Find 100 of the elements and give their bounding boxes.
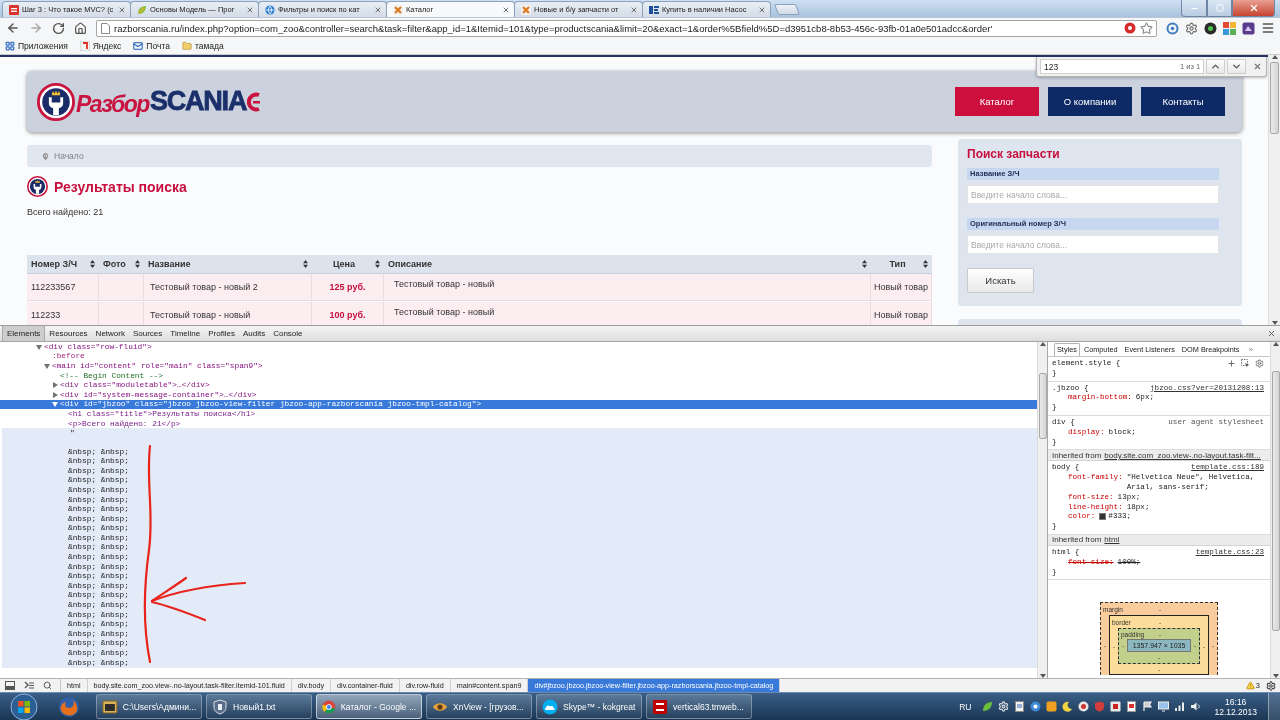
language-indicator[interactable]: RU	[959, 701, 972, 712]
search-button[interactable]: Искать	[967, 268, 1034, 293]
back-icon[interactable]	[6, 21, 20, 35]
close-icon[interactable]	[630, 5, 638, 14]
ring-icon[interactable]	[1166, 21, 1179, 35]
square-icon[interactable]	[1046, 701, 1058, 712]
triangle-right-icon[interactable]	[52, 382, 58, 389]
previous-match-button[interactable]	[1206, 59, 1226, 74]
taskbar-button[interactable]: C:\Users\Админи...	[96, 694, 202, 719]
sort-icon[interactable]	[862, 260, 867, 268]
close-icon[interactable]	[374, 5, 382, 14]
triangle-up-icon[interactable]	[1271, 55, 1278, 59]
star-icon[interactable]	[1140, 21, 1153, 35]
clock[interactable]: 16:16 12.12.2013	[1214, 696, 1257, 717]
sort-icon[interactable]	[90, 260, 95, 268]
column-header[interactable]: Цена	[312, 255, 384, 273]
close-icon[interactable]	[1253, 62, 1262, 71]
taskbar-button[interactable]: Каталог - Google ...	[316, 694, 422, 719]
settings-icon[interactable]	[1266, 680, 1276, 691]
nav-button[interactable]: Контакты	[1141, 87, 1225, 116]
document-icon[interactable]	[1126, 701, 1138, 712]
plus-icon[interactable]	[1227, 359, 1236, 369]
circle-icon[interactable]	[1030, 701, 1042, 712]
devtools-tab[interactable]: Resources	[45, 326, 92, 341]
globe-icon[interactable]	[58, 695, 80, 718]
devtools-tab[interactable]: Profiles	[204, 326, 239, 341]
circle-icon[interactable]	[1078, 701, 1090, 712]
address-field[interactable]: razborscania.ru/index.php?option=com_zoo&controller=search&task=filter&app_id=1&Itemid=101&type=productscania&limit=20&exact=1&order%5Bfield%5D=d3951cb8-8b53-456c-93fb-01a0e501adcc&order'	[96, 19, 1157, 37]
text-field[interactable]: Введите начало слова...	[967, 185, 1219, 204]
taskbar-button[interactable]: vertical63.tmweb...	[646, 694, 752, 719]
taskbar-button[interactable]: Новый1.txt	[206, 694, 312, 719]
close-icon[interactable]	[1267, 329, 1276, 338]
triangle-up-icon[interactable]	[1272, 342, 1279, 346]
taskbar-button[interactable]: XnView - [грузов...	[426, 694, 532, 719]
triangle-right-icon[interactable]	[52, 391, 58, 398]
leaf-icon[interactable]	[982, 701, 994, 712]
monitor-icon[interactable]	[1158, 701, 1170, 712]
column-header[interactable]: Тип	[871, 255, 932, 273]
element-link[interactable]: html	[1104, 535, 1120, 545]
column-header[interactable]: Фото	[99, 255, 144, 273]
devtools-tab[interactable]: Console	[269, 326, 307, 341]
dock-icon[interactable]	[5, 681, 15, 690]
scrollbar-thumb[interactable]	[1038, 373, 1047, 439]
devtools-tab[interactable]: Network	[91, 326, 129, 341]
speaker-icon[interactable]	[1190, 701, 1202, 712]
target-icon[interactable]	[1124, 22, 1136, 34]
triangle-down-icon[interactable]	[1271, 321, 1278, 325]
console-icon[interactable]	[24, 681, 34, 690]
triangle-down-icon[interactable]	[36, 343, 42, 350]
cloud-icon	[542, 698, 558, 715]
bookmark-item[interactable]: тамада	[181, 41, 224, 51]
four-squares-icon[interactable]	[1223, 21, 1236, 35]
sort-icon[interactable]	[303, 260, 308, 268]
orb-icon[interactable]	[10, 692, 38, 720]
nav-button[interactable]: О компании	[1048, 87, 1132, 116]
sort-icon[interactable]	[375, 260, 380, 268]
devtools-tab[interactable]: Elements	[2, 326, 46, 341]
sort-icon[interactable]	[923, 260, 928, 268]
column-header[interactable]: Номер З/Ч	[27, 255, 99, 273]
square-icon[interactable]	[1110, 701, 1122, 712]
close-icon[interactable]	[502, 5, 510, 14]
bars-icon	[649, 4, 659, 15]
sort-icon[interactable]	[135, 260, 140, 268]
devtools-tab[interactable]: Timeline	[166, 326, 205, 341]
home-icon[interactable]	[74, 21, 87, 35]
triangle-down-icon[interactable]	[52, 401, 58, 408]
moon-icon[interactable]	[1062, 701, 1074, 712]
element-link[interactable]: body.site.com_zoo.view-.no-layout.task-filt...	[1104, 450, 1261, 460]
taskbar-button[interactable]: Skype™ - kokgreat	[536, 694, 642, 719]
search-icon[interactable]	[43, 681, 52, 690]
circle-icon[interactable]	[1204, 21, 1217, 35]
nav-button[interactable]: Каталог	[955, 87, 1039, 116]
scrollbar-thumb[interactable]	[1271, 371, 1280, 631]
bookmark-item[interactable]: Почта	[133, 41, 170, 51]
close-icon[interactable]	[118, 5, 126, 14]
more-tabs-button[interactable]: »	[1243, 345, 1253, 356]
menu-icon[interactable]	[1261, 21, 1275, 35]
scrollbar-thumb[interactable]	[1270, 62, 1279, 134]
triangle-down-icon[interactable]	[44, 363, 50, 369]
column-header[interactable]: Описание	[384, 255, 871, 273]
gear-icon[interactable]	[1185, 21, 1198, 35]
devtools-tab[interactable]: Audits	[238, 326, 270, 341]
square-icon[interactable]	[1242, 21, 1255, 35]
bookmark-item[interactable]: Приложения	[5, 41, 68, 51]
bookmark-item[interactable]: Яндекс	[79, 41, 122, 51]
close-icon[interactable]	[246, 5, 254, 14]
cursor-box-icon[interactable]	[1241, 359, 1250, 369]
triangle-down-icon[interactable]	[1039, 674, 1046, 678]
reload-icon[interactable]	[52, 21, 65, 35]
devtools-tab[interactable]: Sources	[128, 326, 167, 341]
signal-bars-icon[interactable]	[1174, 701, 1186, 712]
triangle-down-icon[interactable]	[1272, 674, 1279, 678]
text-field[interactable]: Введите начало слова...	[967, 235, 1219, 254]
document-icon[interactable]	[1014, 701, 1026, 712]
triangle-up-icon[interactable]	[1039, 342, 1046, 346]
column-header[interactable]: Название	[144, 255, 312, 273]
next-match-button[interactable]	[1227, 59, 1246, 74]
close-icon[interactable]	[758, 5, 766, 14]
find-input[interactable]: 123	[1044, 61, 1181, 72]
flag-icon[interactable]	[1142, 701, 1154, 712]
